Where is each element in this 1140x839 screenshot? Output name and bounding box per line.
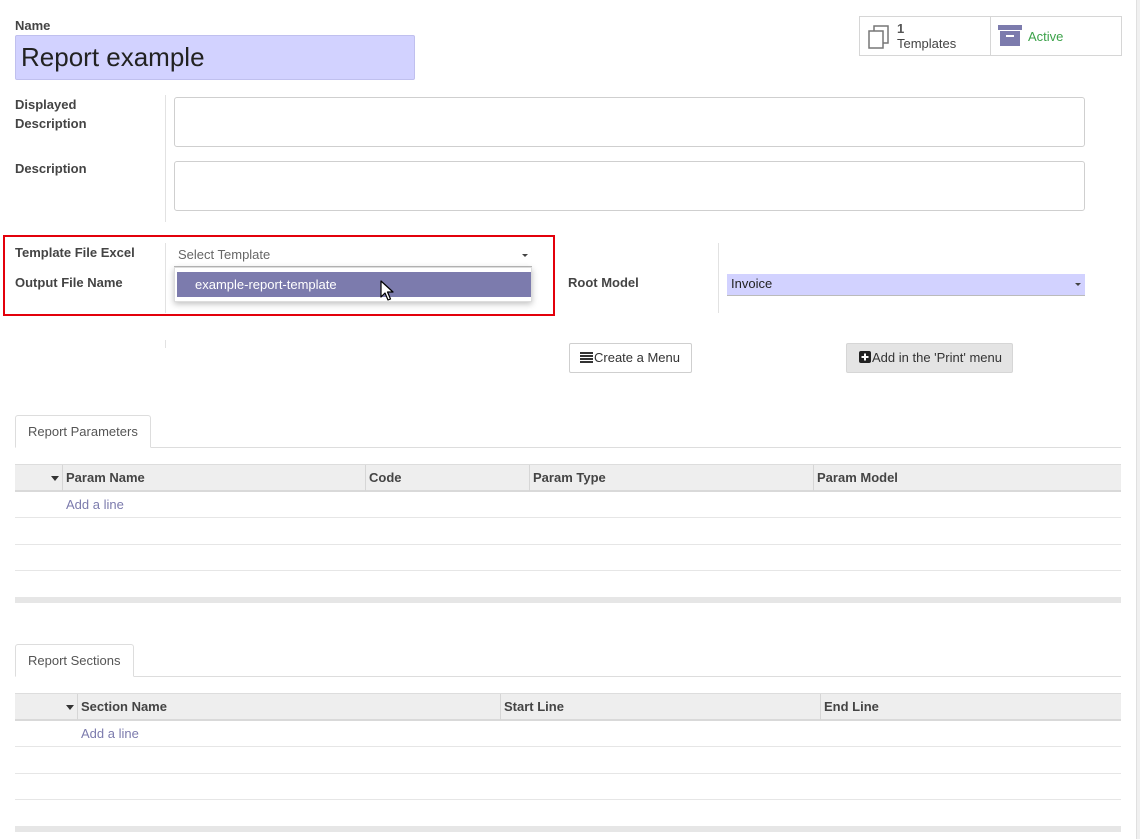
- displayed-description-field[interactable]: [174, 97, 1085, 147]
- column-header[interactable]: Param Type: [529, 465, 606, 491]
- description-label: Description: [15, 161, 87, 176]
- table-row: [15, 774, 1121, 800]
- displayed-description-label: Displayed Description: [15, 97, 87, 131]
- templates-count: 1: [897, 21, 905, 36]
- tab-report-sections[interactable]: Report Sections: [15, 644, 134, 677]
- tabs-line: [15, 447, 1121, 448]
- description-field[interactable]: [174, 161, 1085, 211]
- column-header[interactable]: Start Line: [500, 694, 564, 720]
- label-divider-3: [718, 243, 719, 313]
- table-row: [15, 800, 1121, 826]
- table-row: [15, 519, 1121, 545]
- tabs-line: [15, 676, 1121, 677]
- root-model-value: Invoice: [731, 276, 773, 291]
- tab-report-parameters[interactable]: Report Parameters: [15, 415, 151, 448]
- column-header[interactable]: Code: [365, 465, 402, 491]
- table-row: [15, 748, 1121, 774]
- table-row: Add a line: [15, 721, 1121, 747]
- add-line-link[interactable]: Add a line: [66, 492, 124, 518]
- table-row: [15, 571, 1121, 597]
- active-label: Active: [1028, 29, 1064, 44]
- create-menu-button[interactable]: Create a Menu: [569, 343, 692, 373]
- column-header[interactable]: End Line: [820, 694, 879, 720]
- add-print-menu-button[interactable]: Add in the 'Print' menu: [846, 343, 1013, 373]
- copy-icon: [866, 24, 892, 53]
- templates-smart-button[interactable]: 1 Templates: [859, 16, 991, 56]
- add-line-link[interactable]: Add a line: [81, 721, 139, 747]
- column-header[interactable]: Param Name: [62, 465, 145, 491]
- name-label: Name: [15, 18, 51, 33]
- archive-icon: [998, 25, 1022, 50]
- active-toggle-button[interactable]: Active: [990, 16, 1122, 56]
- label-divider-4: [165, 340, 166, 348]
- list-icon: [580, 345, 593, 373]
- plus-square-icon: [859, 345, 871, 373]
- scrollbar-edge[interactable]: [1136, 0, 1140, 839]
- chevron-down-icon: [1075, 283, 1081, 286]
- root-model-select[interactable]: Invoice: [727, 274, 1085, 296]
- add-print-menu-label: Add in the 'Print' menu: [872, 350, 1002, 365]
- name-input[interactable]: Report example: [15, 35, 415, 80]
- highlight-annotation: [3, 235, 555, 316]
- root-model-label: Root Model: [568, 275, 639, 290]
- column-header[interactable]: Section Name: [77, 694, 167, 720]
- column-header[interactable]: Param Model: [813, 465, 898, 491]
- sort-caret-icon: [51, 476, 59, 481]
- create-menu-label: Create a Menu: [594, 350, 680, 365]
- label-divider: [165, 95, 166, 222]
- sort-caret-icon: [66, 705, 74, 710]
- templates-label: Templates: [897, 36, 957, 51]
- sections-table-header: Section Name Start Line End Line: [15, 693, 1121, 721]
- parameters-table-header: Param Name Code Param Type Param Model: [15, 464, 1121, 492]
- table-footer: [15, 597, 1121, 603]
- table-row: Add a line: [15, 492, 1121, 518]
- table-row: [15, 545, 1121, 571]
- table-footer: [15, 826, 1121, 832]
